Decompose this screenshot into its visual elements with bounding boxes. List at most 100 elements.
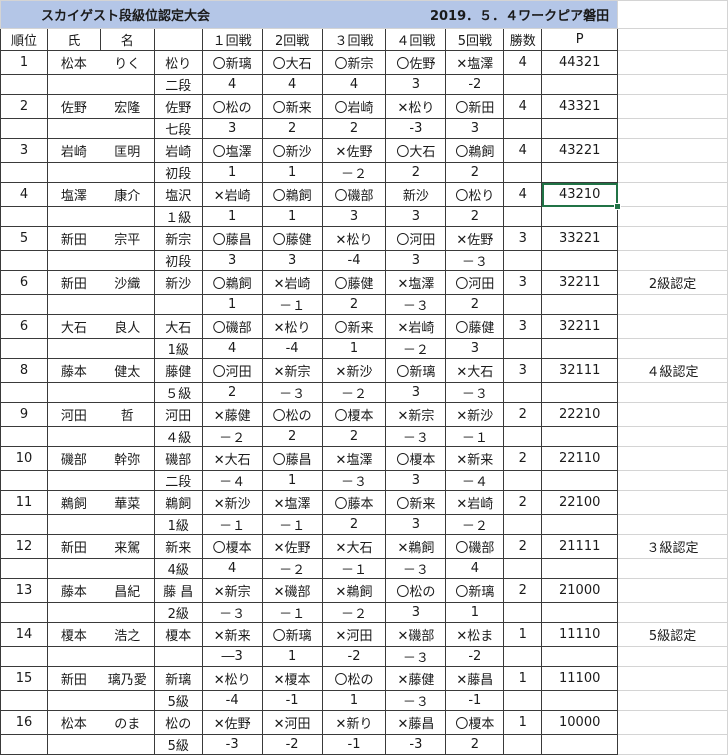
short-name-cell[interactable]: 佐野 (153, 94, 203, 119)
round-result-cell[interactable]: ✕岩崎 (261, 270, 323, 295)
score-diff-cell[interactable]: 2 (201, 382, 263, 403)
wins-cell[interactable]: 3 (503, 314, 543, 339)
surname-cell[interactable]: 鵜飼 (46, 490, 101, 515)
blank-cell[interactable] (46, 602, 101, 623)
rank-cell[interactable]: 6 (0, 270, 48, 295)
blank-cell[interactable] (541, 690, 619, 711)
given-name-cell[interactable]: 華菜 (100, 490, 155, 515)
score-diff-cell[interactable]: 2 (445, 294, 505, 315)
blank-cell[interactable] (503, 162, 543, 183)
round-result-cell[interactable]: ✕大石 (201, 446, 263, 471)
score-diff-cell[interactable]: －３ (385, 558, 447, 579)
header-round-3[interactable]: ３回戦 (321, 28, 387, 51)
given-name-cell[interactable]: 来駕 (100, 534, 155, 559)
blank-cell[interactable] (46, 74, 101, 95)
given-name-cell[interactable]: 良人 (100, 314, 155, 339)
round-result-cell[interactable]: 〇鵜飼 (261, 182, 323, 207)
round-result-cell[interactable]: ✕松り (385, 94, 447, 119)
fill-handle[interactable] (613, 202, 621, 210)
wins-cell[interactable]: 4 (503, 94, 543, 119)
score-diff-cell[interactable]: -2 (445, 74, 505, 95)
score-diff-cell[interactable]: -3 (201, 734, 263, 755)
score-diff-cell[interactable]: -1 (261, 690, 323, 711)
grade-cell[interactable]: 5級 (153, 734, 203, 755)
round-result-cell[interactable]: ✕新沙 (321, 358, 387, 383)
score-diff-cell[interactable]: -1 (445, 690, 505, 711)
points-cell[interactable]: 43221 (541, 138, 619, 163)
score-diff-cell[interactable]: 1 (445, 602, 505, 623)
score-diff-cell[interactable]: 3 (445, 338, 505, 359)
short-name-cell[interactable]: 新宗 (153, 226, 203, 251)
round-result-cell[interactable]: 〇新璃 (201, 50, 263, 75)
blank-cell[interactable] (617, 294, 728, 315)
round-result-cell[interactable]: ✕岩崎 (445, 490, 505, 515)
round-result-cell[interactable]: 〇磯部 (201, 314, 263, 339)
score-diff-cell[interactable]: －３ (261, 382, 323, 403)
surname-cell[interactable]: 新田 (46, 666, 101, 691)
given-name-cell[interactable]: 健太 (100, 358, 155, 383)
wins-cell[interactable]: 4 (503, 50, 543, 75)
round-result-cell[interactable]: ✕佐野 (201, 710, 263, 735)
short-name-cell[interactable]: 新沙 (153, 270, 203, 295)
blank-cell[interactable] (541, 426, 619, 447)
note-cell[interactable] (617, 490, 728, 515)
wins-cell[interactable]: 4 (503, 182, 543, 207)
wins-cell[interactable]: 1 (503, 666, 543, 691)
blank-cell[interactable] (0, 646, 48, 667)
blank-cell[interactable] (541, 338, 619, 359)
surname-cell[interactable]: 新田 (46, 270, 101, 295)
round-result-cell[interactable]: 〇河田 (201, 358, 263, 383)
round-result-cell[interactable]: ✕新沙 (201, 490, 263, 515)
note-cell[interactable] (617, 182, 728, 207)
points-cell[interactable]: 11100 (541, 666, 619, 691)
round-result-cell[interactable]: 〇佐野 (385, 50, 447, 75)
rank-cell[interactable]: 12 (0, 534, 48, 559)
grade-cell[interactable]: 1級 (153, 514, 203, 535)
score-diff-cell[interactable]: －３ (385, 690, 447, 711)
rank-cell[interactable]: 16 (0, 710, 48, 735)
blank-cell[interactable] (100, 690, 155, 711)
round-result-cell[interactable]: ✕大石 (445, 358, 505, 383)
blank-cell[interactable] (503, 338, 543, 359)
score-diff-cell[interactable]: －１ (321, 558, 387, 579)
round-result-cell[interactable]: ✕河田 (261, 710, 323, 735)
score-diff-cell[interactable]: 3 (385, 470, 447, 491)
rank-cell[interactable]: 10 (0, 446, 48, 471)
note-cell[interactable]: ４級認定 (617, 358, 728, 383)
score-diff-cell[interactable]: 2 (321, 514, 387, 535)
blank-cell[interactable] (46, 558, 101, 579)
round-result-cell[interactable]: 〇榎本 (385, 446, 447, 471)
grade-cell[interactable]: 七段 (153, 118, 203, 139)
score-diff-cell[interactable]: -4 (321, 250, 387, 271)
score-diff-cell[interactable]: －２ (385, 338, 447, 359)
score-diff-cell[interactable]: －３ (385, 294, 447, 315)
score-diff-cell[interactable]: －１ (445, 426, 505, 447)
surname-cell[interactable]: 新田 (46, 226, 101, 251)
score-diff-cell[interactable]: 1 (201, 162, 263, 183)
blank-cell[interactable] (46, 426, 101, 447)
blank-cell[interactable] (46, 382, 101, 403)
round-result-cell[interactable]: 〇新来 (385, 490, 447, 515)
round-result-cell[interactable]: ✕藤昌 (385, 710, 447, 735)
round-result-cell[interactable]: 〇新璃 (445, 578, 505, 603)
blank-cell[interactable] (46, 514, 101, 535)
round-result-cell[interactable]: ✕榎本 (261, 666, 323, 691)
score-diff-cell[interactable]: 1 (261, 162, 323, 183)
blank-cell[interactable] (0, 250, 48, 271)
round-result-cell[interactable]: 〇新田 (445, 94, 505, 119)
score-diff-cell[interactable]: 1 (201, 294, 263, 315)
blank-cell[interactable] (0, 558, 48, 579)
blank-cell[interactable] (0, 206, 48, 227)
grade-cell[interactable]: 2級 (153, 602, 203, 623)
round-result-cell[interactable]: ✕塩澤 (445, 50, 505, 75)
short-name-cell[interactable]: 磯部 (153, 446, 203, 471)
score-diff-cell[interactable]: -2 (321, 646, 387, 667)
round-result-cell[interactable]: ✕塩澤 (261, 490, 323, 515)
score-diff-cell[interactable]: 1 (261, 646, 323, 667)
round-result-cell[interactable]: 〇松り (445, 182, 505, 207)
wins-cell[interactable]: 2 (503, 446, 543, 471)
blank-cell[interactable] (503, 514, 543, 535)
score-diff-cell[interactable]: 2 (445, 734, 505, 755)
blank-cell[interactable] (617, 690, 728, 711)
blank-cell[interactable] (503, 690, 543, 711)
